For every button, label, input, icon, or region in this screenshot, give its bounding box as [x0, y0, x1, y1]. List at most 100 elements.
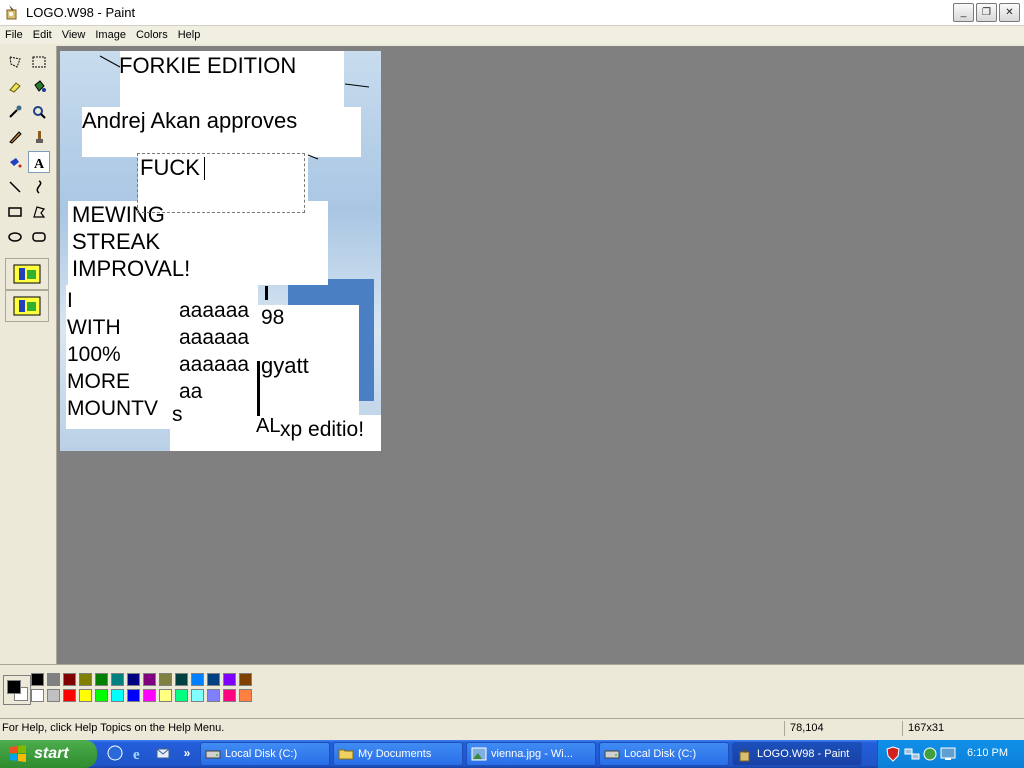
- fill-icon[interactable]: [28, 76, 50, 98]
- menu-edit[interactable]: Edit: [28, 26, 57, 44]
- taskbar: start e » Local Disk (C:) My Documents v…: [0, 740, 1024, 768]
- paint-window: LOGO.W98 - Paint _ ❐ ✕ File Edit View Im…: [0, 0, 1024, 740]
- menu-view[interactable]: View: [57, 26, 91, 44]
- palette-swatch[interactable]: [175, 673, 188, 686]
- window-title: LOGO.W98 - Paint: [26, 5, 136, 20]
- task-local-disk-2[interactable]: Local Disk (C:): [599, 742, 729, 766]
- palette-swatch[interactable]: [47, 673, 60, 686]
- text-option-opaque[interactable]: [5, 258, 49, 290]
- network-icon[interactable]: [904, 746, 920, 762]
- task-paint[interactable]: LOGO.W98 - Paint: [732, 742, 862, 766]
- polygon-icon[interactable]: [28, 201, 50, 223]
- internet-explorer-icon[interactable]: e: [130, 744, 148, 762]
- palette-swatch[interactable]: [79, 689, 92, 702]
- task-local-disk-1[interactable]: Local Disk (C:): [200, 742, 330, 766]
- palette-swatch[interactable]: [63, 689, 76, 702]
- start-button[interactable]: start: [0, 740, 97, 768]
- status-size: 167x31: [908, 722, 945, 734]
- security-shield-icon[interactable]: [886, 746, 900, 762]
- palette-swatch[interactable]: [95, 673, 108, 686]
- palette-swatch[interactable]: [207, 673, 220, 686]
- text-fuck: FUCK: [140, 155, 200, 180]
- outlook-express-icon[interactable]: [154, 744, 172, 762]
- text-w98: 98: [261, 306, 285, 329]
- maximize-button[interactable]: ❐: [976, 3, 997, 22]
- menu-help[interactable]: Help: [173, 26, 206, 44]
- display-icon[interactable]: [940, 746, 956, 762]
- drawing-canvas[interactable]: FORKIE EDITION Andrej Akan approves MEWI…: [60, 51, 381, 451]
- palette-swatch[interactable]: [191, 673, 204, 686]
- rectangle-icon[interactable]: [4, 201, 26, 223]
- text-gyatt: gyatt: [261, 353, 309, 378]
- ellipse-icon[interactable]: [4, 226, 26, 248]
- task-label: My Documents: [358, 748, 432, 760]
- palette-swatch[interactable]: [143, 673, 156, 686]
- tray-clock[interactable]: 6:10 PM: [967, 747, 1008, 759]
- task-label: LOGO.W98 - Paint: [757, 748, 850, 760]
- text-edit-box[interactable]: FUCK: [137, 153, 305, 213]
- quick-launch-icon[interactable]: [106, 744, 124, 762]
- palette-swatch[interactable]: [111, 689, 124, 702]
- text-s: s: [172, 403, 183, 426]
- status-bar: For Help, click Help Topics on the Help …: [0, 718, 1024, 739]
- text-aaaa: aaaaaa aaaaaa aaaaaa aa: [179, 299, 250, 403]
- curve-icon[interactable]: [28, 176, 50, 198]
- palette-swatch[interactable]: [207, 689, 220, 702]
- status-coords: 78,104: [790, 722, 824, 734]
- palette-swatch[interactable]: [111, 673, 124, 686]
- palette-swatch[interactable]: [31, 673, 44, 686]
- palette-swatch[interactable]: [127, 689, 140, 702]
- system-tray: 6:10 PM: [877, 740, 1024, 768]
- menu-colors[interactable]: Colors: [131, 26, 173, 44]
- text-forkie-edition: FORKIE EDITION: [119, 53, 297, 78]
- palette-swatch[interactable]: [223, 673, 236, 686]
- eraser-icon[interactable]: [4, 76, 26, 98]
- palette-swatch[interactable]: [143, 689, 156, 702]
- palette-swatch[interactable]: [159, 689, 172, 702]
- line-icon[interactable]: [4, 176, 26, 198]
- text-al: AL: [256, 415, 281, 437]
- close-button[interactable]: ✕: [999, 3, 1020, 22]
- text-icon[interactable]: A: [28, 151, 50, 173]
- minimize-button[interactable]: _: [953, 3, 974, 22]
- text-mewing-streak: MEWING STREAK IMPROVAL!: [72, 202, 191, 281]
- menu-bar: File Edit View Image Colors Help: [0, 26, 1024, 44]
- palette-swatch[interactable]: [175, 689, 188, 702]
- text-andrej-approves: Andrej Akan approves: [82, 108, 298, 133]
- paint-app-icon: [6, 5, 17, 20]
- palette-swatch[interactable]: [63, 673, 76, 686]
- brush-icon[interactable]: [28, 126, 50, 148]
- tray-app-icon[interactable]: [922, 746, 938, 762]
- magnifier-icon[interactable]: [28, 101, 50, 123]
- pencil-icon[interactable]: [4, 126, 26, 148]
- title-bar[interactable]: LOGO.W98 - Paint _ ❐ ✕: [0, 0, 1024, 26]
- task-my-documents[interactable]: My Documents: [333, 742, 463, 766]
- palette-swatch[interactable]: [95, 689, 108, 702]
- free-select-icon[interactable]: [4, 51, 26, 73]
- current-colors[interactable]: [3, 675, 31, 705]
- color-picker-icon[interactable]: [4, 101, 26, 123]
- drive-icon: [604, 750, 620, 759]
- quick-launch-more[interactable]: »: [178, 744, 196, 762]
- palette-swatch[interactable]: [223, 689, 236, 702]
- airbrush-icon[interactable]: [4, 151, 26, 173]
- palette-swatch[interactable]: [127, 673, 140, 686]
- palette-swatch[interactable]: [191, 689, 204, 702]
- palette-swatch[interactable]: [239, 689, 252, 702]
- menu-file[interactable]: File: [0, 26, 28, 44]
- task-label: vienna.jpg - Wi...: [491, 748, 573, 760]
- toolbox: A: [0, 46, 57, 664]
- task-vienna-jpg[interactable]: vienna.jpg - Wi...: [466, 742, 596, 766]
- rect-select-icon[interactable]: [28, 51, 50, 73]
- text-option-transparent[interactable]: [5, 290, 49, 322]
- palette-swatch[interactable]: [79, 673, 92, 686]
- menu-image[interactable]: Image: [90, 26, 131, 44]
- palette-swatch[interactable]: [47, 689, 60, 702]
- status-divider: [902, 721, 903, 736]
- rounded-rect-icon[interactable]: [28, 226, 50, 248]
- palette-swatch[interactable]: [31, 689, 44, 702]
- palette-swatch[interactable]: [159, 673, 172, 686]
- folder-icon: [338, 749, 354, 760]
- palette-swatch[interactable]: [239, 673, 252, 686]
- status-divider: [784, 721, 785, 736]
